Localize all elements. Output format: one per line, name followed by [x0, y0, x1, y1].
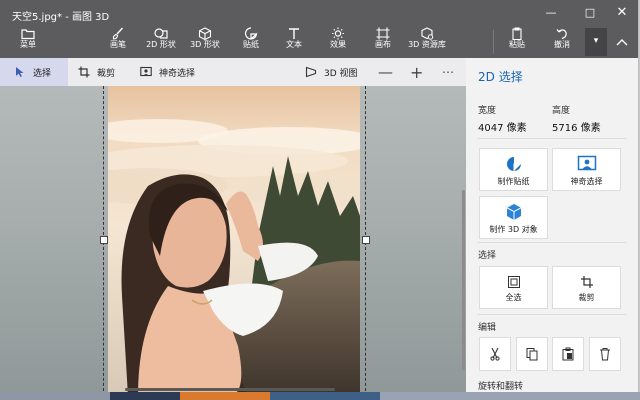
delete-button[interactable] [589, 337, 621, 371]
copy-button[interactable] [516, 337, 548, 371]
sticker-icon [244, 27, 258, 40]
canvas-area[interactable] [0, 86, 466, 396]
cube-icon [198, 27, 212, 40]
magic-select-icon [577, 155, 596, 171]
crop-tool[interactable]: 裁剪 [78, 58, 115, 86]
width-value: 4047 像素 [478, 123, 527, 134]
undo-icon [556, 29, 567, 40]
collapse-ribbon-button[interactable] [612, 28, 632, 56]
resize-handle-left[interactable] [100, 236, 108, 244]
cube-icon [506, 204, 521, 220]
ellipsis-icon: ⋯ [442, 65, 454, 79]
copy-icon [526, 348, 538, 361]
height-value: 5716 像素 [552, 123, 601, 134]
edit-section-label: 编辑 [478, 323, 497, 333]
panel-divider [478, 314, 626, 315]
clipboard-icon [562, 347, 574, 361]
close-button[interactable]: ✕ [612, 4, 632, 22]
text-icon [289, 28, 299, 39]
sticker-icon [506, 157, 521, 171]
ribbon: 菜单 画笔 2D 形状 3D 形状 贴纸 文本 效果 画布 3D 资源库 粘贴 … [0, 27, 638, 58]
paste-button[interactable]: 粘贴 [503, 27, 531, 57]
2d-shapes-icon [154, 28, 168, 39]
menu-button[interactable]: 菜单 [14, 27, 42, 57]
desktop-background [0, 392, 110, 400]
vertical-scrollbar[interactable] [462, 190, 465, 370]
scissors-icon [490, 347, 500, 361]
trash-icon [600, 348, 610, 361]
undo-button[interactable]: 撤消 [548, 27, 576, 57]
paint3d-window: 天空5.jpg* - 画图 3D — □ ✕ 菜单 画笔 2D 形状 3D 形状… [0, 0, 639, 396]
canvas-icon [376, 27, 390, 40]
text-tool[interactable]: 文本 [280, 27, 308, 57]
title-bar: 天空5.jpg* - 画图 3D — □ ✕ [0, 0, 638, 28]
select-tool[interactable]: 选择 [0, 58, 68, 86]
3d-view-icon [305, 66, 317, 78]
minimize-button[interactable]: — [541, 4, 561, 22]
brushes-tool[interactable]: 画笔 [104, 27, 132, 57]
select-all-icon [507, 276, 520, 288]
select-section-label: 选择 [478, 251, 497, 261]
select-all-button[interactable]: 全选 [479, 266, 548, 309]
folder-icon [21, 29, 35, 40]
magic-select-tool[interactable]: 神奇选择 [140, 58, 195, 86]
properties-panel: 2D 选择 宽度 4047 像素 高度 5716 像素 制作贴纸 神奇选择 制作… [466, 58, 638, 396]
desktop-background [380, 392, 640, 400]
minus-icon: — [378, 63, 393, 81]
rotate-flip-section-label: 旋转和翻转 [478, 382, 524, 392]
cut-button[interactable] [479, 337, 511, 371]
history-dropdown-button[interactable]: ▾ [585, 28, 607, 56]
crop-icon [78, 66, 90, 78]
panel-title: 2D 选择 [478, 70, 523, 84]
paste-button-panel[interactable] [552, 337, 584, 371]
desktop-background [110, 392, 180, 400]
zoom-in-button[interactable]: + [410, 58, 423, 86]
crop-button[interactable]: 裁剪 [552, 266, 621, 309]
portrait-image [108, 86, 360, 396]
magic-select-button[interactable]: 神奇选择 [552, 148, 621, 191]
stickers-tool[interactable]: 贴纸 [237, 27, 265, 57]
sun-icon [332, 27, 344, 40]
horizontal-scrollbar[interactable] [125, 388, 335, 391]
selection-toolbar: 选择 裁剪 神奇选择 3D 视图 — + ⋯ [0, 58, 466, 87]
zoom-out-button[interactable]: — [378, 58, 393, 86]
photo-canvas[interactable] [108, 86, 360, 396]
brush-icon [112, 27, 124, 40]
desktop-background [180, 392, 270, 400]
height-label: 高度 [552, 106, 571, 116]
3d-library-tool[interactable]: 3D 资源库 [405, 27, 449, 57]
magic-select-icon [140, 66, 152, 77]
effects-tool[interactable]: 效果 [324, 27, 352, 57]
more-options-button[interactable]: ⋯ [442, 58, 454, 86]
desktop-background [270, 392, 380, 400]
3d-view-toggle[interactable]: 3D 视图 [305, 58, 358, 86]
crop-icon [580, 276, 593, 288]
resize-handle-right[interactable] [362, 236, 370, 244]
maximize-button[interactable]: □ [580, 4, 600, 22]
panel-divider [478, 138, 626, 139]
width-label: 宽度 [478, 106, 497, 116]
2d-shapes-tool[interactable]: 2D 形状 [143, 27, 179, 57]
panel-divider [478, 242, 626, 243]
make-sticker-button[interactable]: 制作贴纸 [479, 148, 548, 191]
chevron-down-icon: ▾ [593, 36, 599, 46]
ribbon-separator [493, 30, 494, 54]
chevron-up-icon [616, 39, 628, 46]
3d-library-icon [421, 27, 434, 40]
cursor-icon [16, 67, 24, 77]
canvas-tool[interactable]: 画布 [369, 27, 397, 57]
plus-icon: + [410, 62, 424, 82]
clipboard-icon [512, 27, 522, 40]
make-3d-object-button[interactable]: 制作 3D 对象 [479, 196, 548, 239]
window-title: 天空5.jpg* - 画图 3D [12, 12, 110, 23]
3d-shapes-tool[interactable]: 3D 形状 [186, 27, 224, 57]
